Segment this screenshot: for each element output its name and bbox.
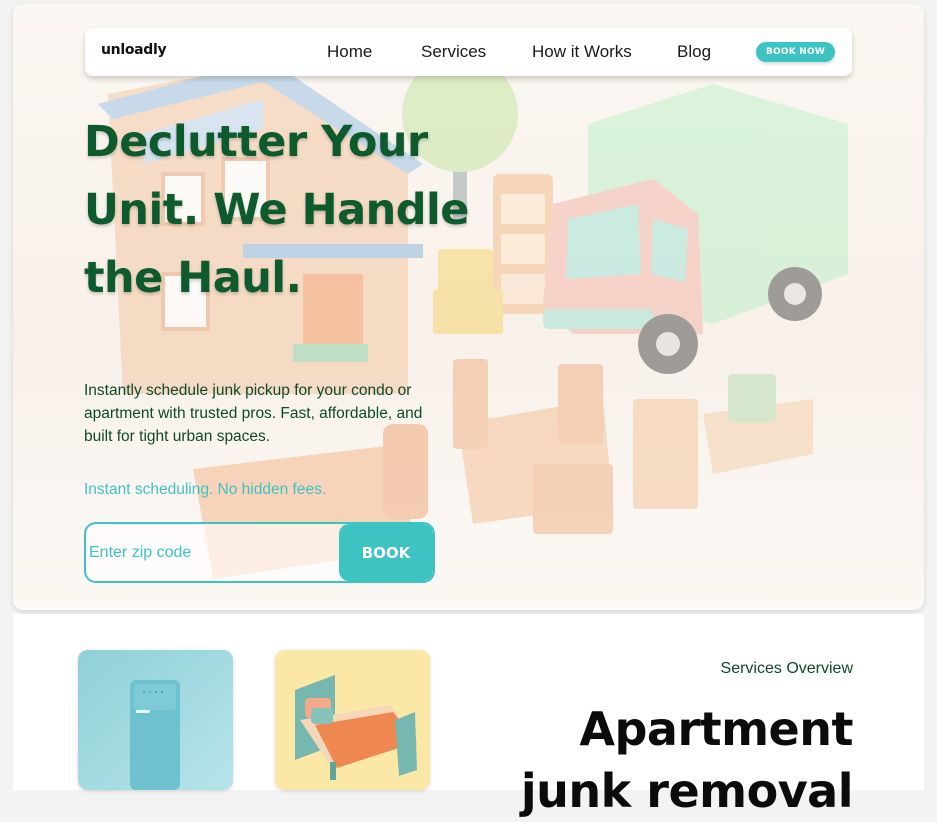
nav-link-how-it-works[interactable]: How it Works <box>532 42 632 62</box>
hero-headline: Declutter Your Unit. We Handle the Haul. <box>84 108 504 312</box>
book-button[interactable]: BOOK <box>339 524 433 581</box>
hero-tagline: Instant scheduling. No hidden fees. <box>84 481 327 498</box>
services-overview-label: Services Overview <box>720 660 853 677</box>
headline-line-2: Unit. We Handle <box>84 185 469 235</box>
brand-logo[interactable]: unloadly <box>101 42 167 58</box>
fridge-image <box>78 650 233 790</box>
hero-section: unloadly Home Services How it Works Blog… <box>13 4 924 610</box>
top-navbar: unloadly Home Services How it Works Blog… <box>85 28 852 76</box>
book-now-button[interactable]: BOOK NOW <box>756 42 835 62</box>
hero-subtitle: Instantly schedule junk pickup for your … <box>84 382 423 445</box>
services-section-title: Apartment junk removal <box>520 702 854 818</box>
service-card-fridge[interactable] <box>78 650 233 790</box>
nav-link-home[interactable]: Home <box>327 42 372 62</box>
services-overview-section: Services Overview Apartment junk removal <box>13 614 924 818</box>
zip-booking-form: BOOK <box>84 522 435 583</box>
headline-line-3: the Haul. <box>84 253 302 303</box>
bed-image <box>275 650 430 790</box>
headline-line-1: Declutter Your <box>84 117 428 167</box>
zip-code-input[interactable] <box>86 524 341 581</box>
nav-link-services[interactable]: Services <box>421 42 486 62</box>
nav-link-blog[interactable]: Blog <box>677 42 711 62</box>
service-card-bed[interactable] <box>275 650 430 790</box>
